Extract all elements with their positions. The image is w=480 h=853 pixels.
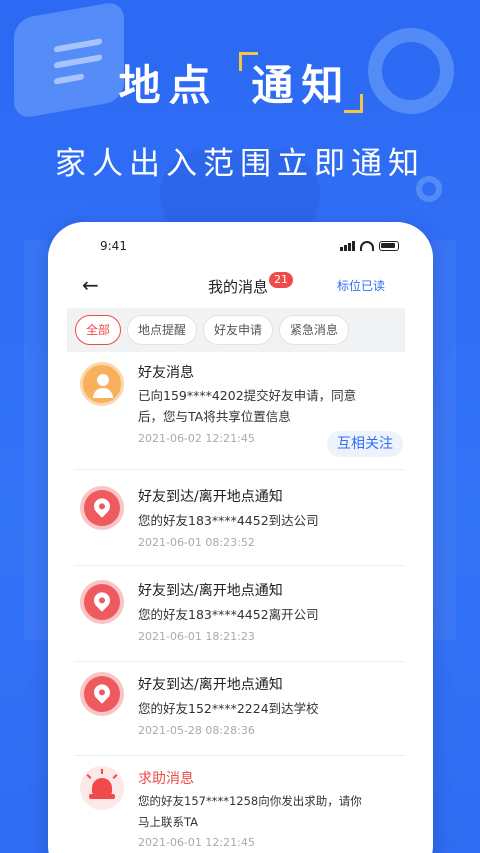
message-title: 好友消息 — [138, 365, 194, 381]
message-text: 您的好友183****4452到达公司 — [138, 513, 319, 528]
status-time: 9:41 — [100, 239, 127, 253]
phone-frame: 9:41 ← 我的消息 21 标位已读 全部 地点提醒 好友申请 紧急消息 好友… — [48, 222, 433, 853]
message-time: 2021-05-28 08:28:36 — [138, 724, 255, 737]
message-title: 好友到达/离开地点通知 — [138, 489, 283, 505]
location-pin-icon — [80, 486, 124, 530]
nav-title-group: 我的消息 21 — [208, 272, 294, 297]
location-pin-icon — [80, 672, 124, 716]
message-title: 好友到达/离开地点通知 — [138, 677, 283, 693]
person-icon — [80, 362, 124, 406]
message-title: 求助消息 — [138, 771, 194, 787]
message-text: 您的好友152****2224到达学校 — [138, 701, 319, 716]
side-stripe-left — [24, 240, 48, 640]
promo-headline: 地点 通知 — [0, 52, 480, 113]
side-stripe-right — [432, 240, 456, 640]
message-text: 后，您与TA将共享位置信息 — [138, 409, 291, 424]
location-pin-icon — [80, 580, 124, 624]
filter-chip-friend-request[interactable]: 好友申请 — [203, 315, 274, 345]
wifi-icon — [360, 241, 374, 251]
battery-icon — [379, 241, 399, 251]
headline-part2: 通知 — [239, 52, 364, 113]
back-arrow-icon[interactable]: ← — [82, 273, 112, 297]
message-time: 2021-06-01 12:21:45 — [138, 836, 255, 849]
message-text: 您的好友183****4452离开公司 — [138, 607, 319, 622]
message-time: 2021-06-01 18:21:23 — [138, 630, 255, 643]
status-icons — [340, 241, 399, 251]
promo-subtitle: 家人出入范围立即通知 — [55, 146, 425, 182]
message-content: 好友到达/离开地点通知 您的好友183****4452离开公司 2021-06-… — [138, 580, 319, 643]
filter-chip-all[interactable]: 全部 — [75, 315, 122, 345]
filter-bar: 全部 地点提醒 好友申请 紧急消息 — [67, 308, 405, 352]
message-time: 2021-06-01 08:23:52 — [138, 536, 255, 549]
message-item-alert[interactable]: 求助消息 您的好友157****1258向你发出求助，请你 马上联系TA 202… — [74, 756, 405, 853]
message-text: 您的好友157****1258向你发出求助，请你 — [138, 794, 362, 808]
message-content: 好友消息 已向159****4202提交好友申请，同意 后，您与TA将共享位置信… — [138, 362, 356, 445]
message-item-location[interactable]: 好友到达/离开地点通知 您的好友183****4452到达公司 2021-06-… — [74, 470, 405, 566]
message-list: 好友消息 已向159****4202提交好友申请，同意 后，您与TA将共享位置信… — [48, 352, 433, 853]
message-item-friend[interactable]: 好友消息 已向159****4202提交好友申请，同意 后，您与TA将共享位置信… — [74, 352, 405, 470]
message-item-location[interactable]: 好友到达/离开地点通知 您的好友183****4452离开公司 2021-06-… — [74, 566, 405, 662]
message-text: 已向159****4202提交好友申请，同意 — [138, 388, 357, 403]
message-content: 好友到达/离开地点通知 您的好友152****2224到达学校 2021-05-… — [138, 674, 319, 737]
mutual-follow-button[interactable]: 互相关注 — [327, 431, 403, 457]
headline-part1: 地点 — [118, 61, 219, 110]
status-bar: 9:41 — [48, 222, 433, 262]
message-time: 2021-06-02 12:21:45 — [138, 432, 255, 445]
siren-icon — [80, 766, 124, 810]
filter-chip-emergency[interactable]: 紧急消息 — [279, 315, 350, 345]
filter-chip-location[interactable]: 地点提醒 — [127, 315, 198, 345]
message-content: 好友到达/离开地点通知 您的好友183****4452到达公司 2021-06-… — [138, 486, 319, 549]
message-item-location[interactable]: 好友到达/离开地点通知 您的好友152****2224到达学校 2021-05-… — [74, 662, 405, 756]
message-content: 求助消息 您的好友157****1258向你发出求助，请你 马上联系TA 202… — [138, 768, 362, 849]
message-text: 马上联系TA — [138, 815, 198, 829]
unread-count-badge: 21 — [269, 272, 294, 288]
signal-icon — [340, 241, 355, 251]
message-title: 好友到达/离开地点通知 — [138, 583, 283, 599]
page-title: 我的消息 — [208, 278, 269, 296]
mark-read-button[interactable]: 标位已读 — [337, 277, 385, 294]
nav-bar: ← 我的消息 21 标位已读 — [48, 262, 433, 308]
